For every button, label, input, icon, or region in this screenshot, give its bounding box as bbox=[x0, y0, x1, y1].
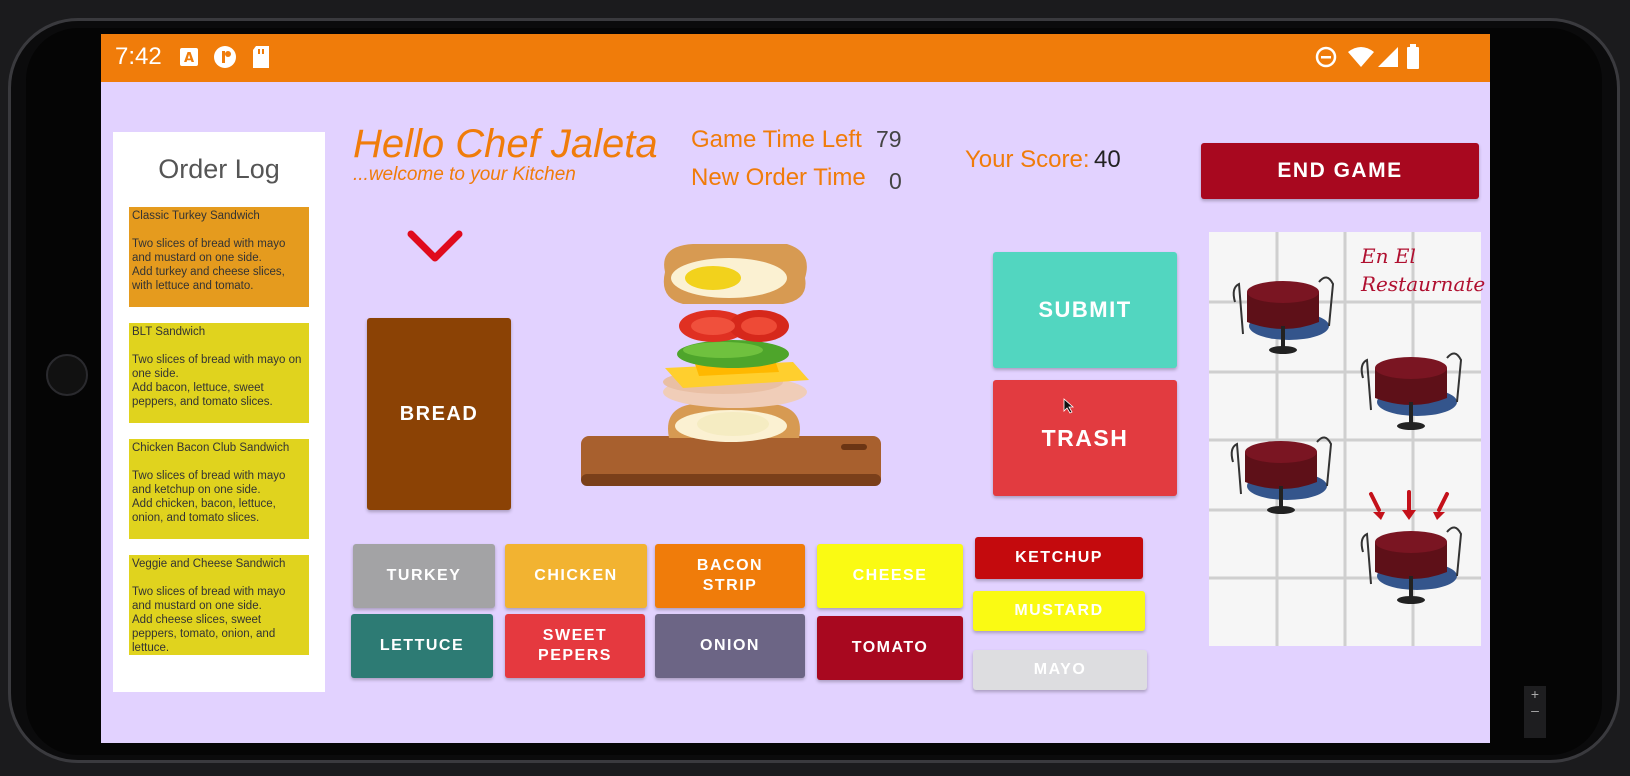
welcome-subtitle: ...welcome to your Kitchen bbox=[353, 164, 576, 185]
ketchup-button[interactable]: KETCHUP bbox=[975, 537, 1143, 579]
chicken-button[interactable]: CHICKEN bbox=[505, 544, 647, 608]
order-log-title: Order Log bbox=[158, 154, 280, 184]
bread-button[interactable]: BREAD bbox=[367, 318, 511, 510]
arrows-icon bbox=[1369, 490, 1449, 520]
order-card[interactable]: Chicken Bacon Club Sandwich Two slices o… bbox=[129, 439, 309, 539]
order-description: Two slices of bread with mayo and mustar… bbox=[132, 238, 286, 292]
zoom-in-icon[interactable]: + bbox=[1524, 686, 1546, 702]
front-camera bbox=[46, 354, 88, 396]
table-icon bbox=[1232, 276, 1335, 354]
order-card[interactable]: Veggie and Cheese Sandwich Two slices of… bbox=[129, 555, 309, 655]
trash-button[interactable]: TRASH bbox=[993, 380, 1177, 496]
mouse-cursor-icon bbox=[1063, 398, 1075, 414]
game-time-label: Game Time Left bbox=[691, 126, 862, 153]
podcast-icon bbox=[214, 46, 236, 68]
order-card[interactable]: Classic Turkey Sandwich Two slices of br… bbox=[129, 207, 309, 307]
new-order-value: 0 bbox=[889, 168, 902, 194]
signal-icon bbox=[1378, 47, 1398, 67]
do-not-disturb-icon bbox=[1315, 46, 1337, 68]
order-name: Veggie and Cheese Sandwich bbox=[132, 558, 286, 570]
submit-button[interactable]: SUBMIT bbox=[993, 252, 1177, 368]
sweet-peppers-button[interactable]: SWEET PEPERS bbox=[505, 614, 645, 678]
wifi-icon bbox=[1348, 47, 1374, 67]
sandwich-image bbox=[581, 244, 881, 486]
zoom-controls[interactable]: + – bbox=[1524, 686, 1546, 738]
order-description: Two slices of bread with mayo on one sid… bbox=[132, 354, 302, 408]
bacon-strip-button[interactable]: BACON STRIP bbox=[655, 544, 805, 608]
mayo-button[interactable]: MAYO bbox=[973, 650, 1147, 690]
order-card[interactable]: BLT Sandwich Two slices of bread with ma… bbox=[129, 323, 309, 423]
score-label: Your Score: bbox=[965, 146, 1090, 173]
greeting-title: Hello Chef Jaleta bbox=[353, 122, 658, 166]
order-description: Two slices of bread with mayo and mustar… bbox=[132, 586, 286, 654]
zoom-out-icon[interactable]: – bbox=[1524, 702, 1546, 718]
status-time: 7:42 bbox=[115, 43, 162, 70]
end-game-button[interactable]: END GAME bbox=[1201, 143, 1479, 199]
order-name: Classic Turkey Sandwich bbox=[132, 210, 260, 222]
lettuce-button[interactable]: LETTUCE bbox=[351, 614, 493, 678]
game-time-value: 79 bbox=[876, 126, 902, 152]
status-bar: 7:42 A bbox=[101, 34, 1490, 82]
a-box-icon: A bbox=[180, 48, 198, 66]
restaurant-map: En El Restaurnate bbox=[1209, 232, 1486, 646]
table-icon bbox=[1360, 526, 1463, 604]
chevron-down-icon bbox=[407, 230, 463, 262]
sd-card-icon bbox=[253, 46, 269, 68]
mustard-button[interactable]: MUSTARD bbox=[973, 591, 1145, 631]
battery-icon bbox=[1407, 44, 1419, 69]
score-value: 40 bbox=[1094, 146, 1121, 173]
turkey-button[interactable]: TURKEY bbox=[353, 544, 495, 608]
app-screen: 7:42 A Order Log Classic Turkey Sandwich… bbox=[101, 34, 1490, 743]
cheese-button[interactable]: CHEESE bbox=[817, 544, 963, 608]
order-name: Chicken Bacon Club Sandwich bbox=[132, 442, 290, 454]
new-order-label: New Order Time bbox=[691, 164, 866, 191]
onion-button[interactable]: ONION bbox=[655, 614, 805, 678]
restaurant-title: En El Restaurnate bbox=[1361, 244, 1486, 296]
tomato-button[interactable]: TOMATO bbox=[817, 616, 963, 680]
svg-text:A: A bbox=[184, 51, 194, 66]
order-description: Two slices of bread with mayo and ketchu… bbox=[132, 470, 286, 524]
table-icon bbox=[1230, 436, 1333, 514]
order-name: BLT Sandwich bbox=[132, 326, 206, 338]
table-icon bbox=[1360, 352, 1463, 430]
order-log-panel: Order Log Classic Turkey Sandwich Two sl… bbox=[113, 132, 325, 692]
